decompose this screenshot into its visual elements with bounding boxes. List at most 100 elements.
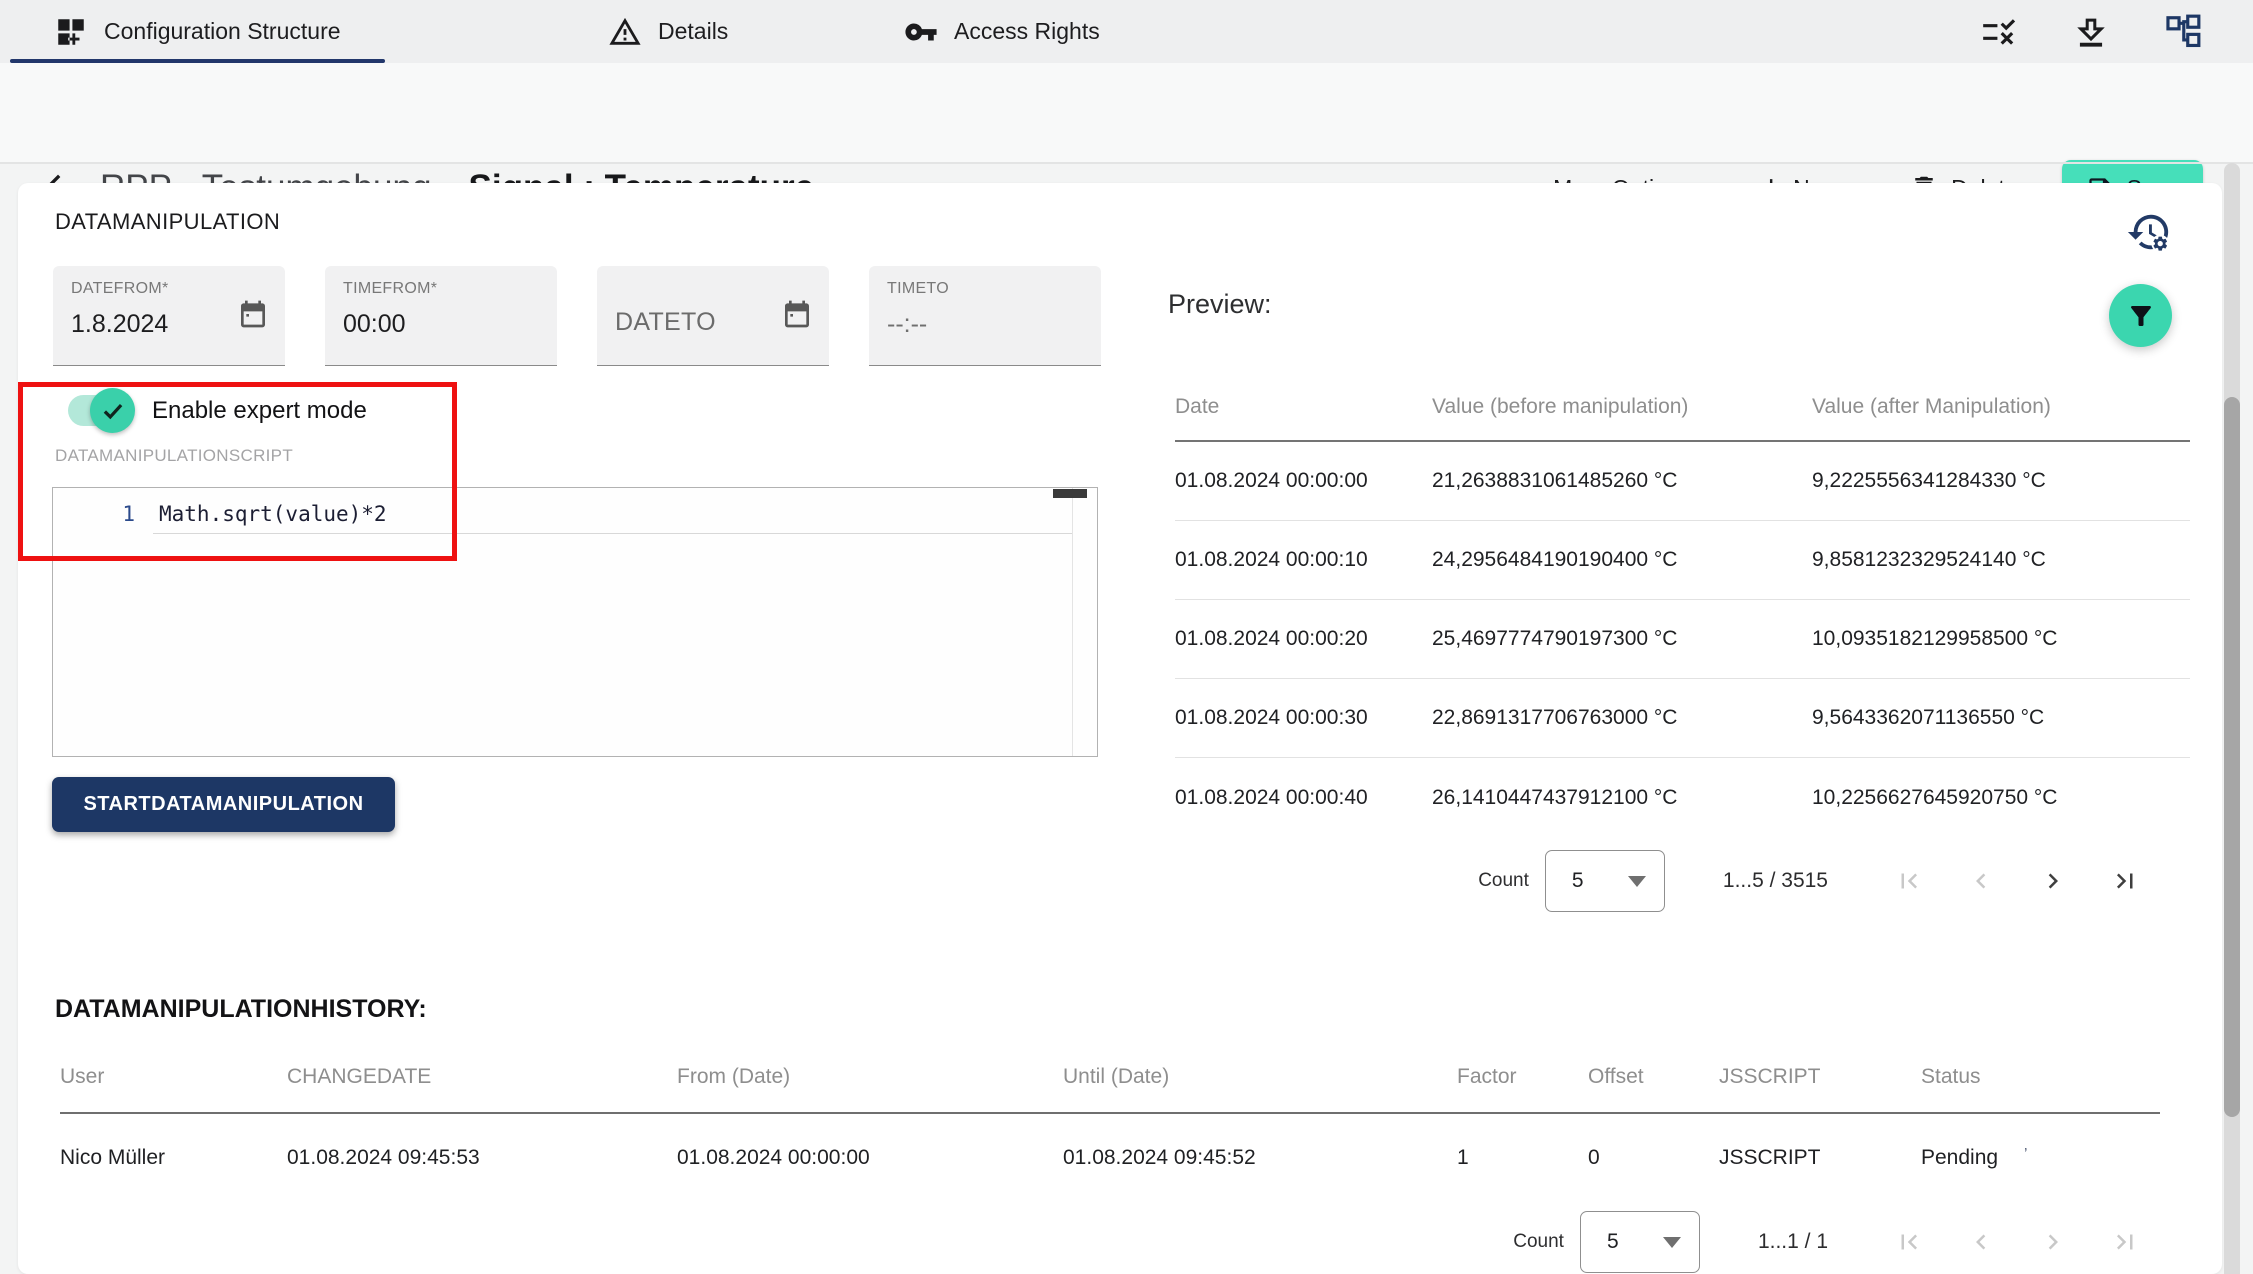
cell-date: 01.08.2024 00:00:00: [1175, 469, 1432, 493]
calendar-icon[interactable]: [781, 298, 813, 330]
cell-date: 01.08.2024 00:00:30: [1175, 706, 1432, 730]
download-icon[interactable]: [2072, 13, 2110, 51]
editor-scrollbar-thumb[interactable]: [1053, 489, 1087, 498]
col-header-factor: Factor: [1457, 1065, 1588, 1089]
tab-label: Access Rights: [954, 18, 1100, 45]
cell-factor: 1: [1457, 1146, 1588, 1170]
cell-until-date: 01.08.2024 09:45:52: [1063, 1146, 1457, 1170]
tab-label: Details: [658, 18, 728, 45]
col-header-date: Date: [1175, 395, 1432, 419]
first-page-icon[interactable]: [1894, 866, 1924, 896]
start-datamanipulation-button[interactable]: STARTDATAMANIPULATION: [52, 777, 395, 832]
pagination-range: 1...5 / 3515: [1723, 869, 1828, 893]
history-pagination: Count 5 1...1 / 1: [1513, 1211, 2140, 1273]
table-row: 01.08.2024 00:00:10 24,2956484190190400 …: [1175, 521, 2190, 600]
timefrom-value: 00:00: [343, 310, 539, 339]
page-scrollbar-thumb[interactable]: [2224, 397, 2240, 1117]
status-badge: Pending: [1921, 1146, 1998, 1169]
cell-value-after: 9,8581232329524140 °C: [1812, 548, 2190, 572]
dropdown-caret-icon: [1663, 1237, 1681, 1248]
timeto-field[interactable]: TIMETO --:--: [869, 266, 1101, 366]
timeto-value: --:--: [887, 310, 1083, 339]
history-table: User CHANGEDATE From (Date) Until (Date)…: [60, 1041, 2160, 1201]
col-header-changedate: CHANGEDATE: [287, 1065, 677, 1089]
dashboard-customize-icon: [54, 15, 88, 49]
header-divider: [0, 162, 2253, 164]
content-card: DATAMANIPULATION DATEFROM* 1.8.2024 TIME…: [18, 183, 2222, 1274]
switch-thumb: [90, 388, 135, 433]
pagination-controls: [1894, 866, 2140, 896]
col-header-value-after: Value (after Manipulation): [1812, 395, 2190, 419]
col-header-until-date: Until (Date): [1063, 1065, 1457, 1089]
history-section-title: DATAMANIPULATIONHISTORY:: [55, 995, 427, 1024]
cell-date: 01.08.2024 00:00:10: [1175, 548, 1432, 572]
calendar-icon[interactable]: [237, 298, 269, 330]
cell-value-after: 9,5643362071136550 °C: [1812, 706, 2190, 730]
dateto-field[interactable]: DATETO: [597, 266, 829, 366]
dateto-label: DATETO: [615, 308, 716, 337]
table-row: 01.08.2024 00:00:30 22,8691317706763000 …: [1175, 679, 2190, 758]
cell-value-after: 9,2225556341284330 °C: [1812, 469, 2190, 493]
pagination-range: 1...1 / 1: [1758, 1230, 1828, 1254]
table-row: 01.08.2024 00:00:00 21,2638831061485260 …: [1175, 442, 2190, 521]
col-header-from-date: From (Date): [677, 1065, 1063, 1089]
check-icon: [100, 398, 126, 424]
filter-fab-button[interactable]: [2109, 284, 2172, 347]
next-page-icon[interactable]: [2038, 1227, 2068, 1257]
tab-configuration-structure[interactable]: Configuration Structure: [10, 0, 385, 63]
expert-mode-switch[interactable]: [68, 395, 130, 426]
cell-value-before: 25,4697774790197300 °C: [1432, 627, 1812, 651]
last-page-icon[interactable]: [2110, 1227, 2140, 1257]
timeto-label: TIMETO: [887, 280, 1083, 298]
col-header-user: User: [60, 1065, 287, 1089]
line-number: 1: [53, 502, 135, 526]
cell-value-before: 21,2638831061485260 °C: [1432, 469, 1812, 493]
cell-changedate: 01.08.2024 09:45:53: [287, 1146, 677, 1170]
tab-details[interactable]: Details: [560, 0, 810, 63]
schema-tree-icon[interactable]: [2164, 13, 2202, 51]
col-header-value-before: Value (before manipulation): [1432, 395, 1812, 419]
cell-date: 01.08.2024 00:00:40: [1175, 786, 1432, 810]
status-spinner-dot: ʼ: [2024, 1146, 2027, 1163]
cell-value-before: 24,2956484190190400 °C: [1432, 548, 1812, 572]
cell-date: 01.08.2024 00:00:20: [1175, 627, 1432, 651]
count-dropdown[interactable]: 5: [1580, 1211, 1700, 1273]
previous-page-icon[interactable]: [1966, 1227, 1996, 1257]
history-table-header: User CHANGEDATE From (Date) Until (Date)…: [60, 1041, 2160, 1114]
script-field-label: DATAMANIPULATIONSCRIPT: [55, 446, 293, 466]
first-page-icon[interactable]: [1894, 1227, 1924, 1257]
rule-icon[interactable]: [1980, 13, 2018, 51]
cell-jsscript: JSSCRIPT: [1719, 1146, 1921, 1170]
col-header-jsscript: JSSCRIPT: [1719, 1065, 1921, 1089]
datefrom-label: DATEFROM*: [71, 280, 267, 298]
last-page-icon[interactable]: [2110, 866, 2140, 896]
col-header-offset: Offset: [1588, 1065, 1719, 1089]
script-code-editor[interactable]: 1 Math.sqrt(value)*2: [52, 487, 1098, 757]
key-icon: [904, 15, 938, 49]
topbar-icon-group: [1980, 13, 2202, 51]
warning-icon: [608, 15, 642, 49]
code-line: 1 Math.sqrt(value)*2: [53, 496, 1097, 532]
tab-label: Configuration Structure: [104, 18, 341, 45]
app-screen: Configuration Structure Details Access R…: [0, 0, 2253, 1274]
code-text: Math.sqrt(value)*2: [159, 502, 387, 526]
count-dropdown[interactable]: 5: [1545, 850, 1665, 912]
date-time-fields: DATEFROM* 1.8.2024 TIMEFROM* 00:00 DATET…: [53, 266, 1101, 366]
count-label: Count: [1513, 1231, 1564, 1253]
timefrom-field[interactable]: TIMEFROM* 00:00: [325, 266, 557, 366]
expert-mode-label: Enable expert mode: [152, 397, 367, 425]
tab-access-rights[interactable]: Access Rights: [860, 0, 1150, 63]
refresh-settings-icon[interactable]: [2126, 209, 2172, 255]
previous-page-icon[interactable]: [1966, 866, 1996, 896]
timefrom-label: TIMEFROM*: [343, 280, 539, 298]
table-row: Nico Müller 01.08.2024 09:45:53 01.08.20…: [60, 1114, 2160, 1201]
datefrom-field[interactable]: DATEFROM* 1.8.2024: [53, 266, 285, 366]
page-scrollbar-track: [2224, 163, 2240, 1274]
next-page-icon[interactable]: [2038, 866, 2068, 896]
filter-funnel-icon: [2126, 301, 2156, 331]
table-row: 01.08.2024 00:00:20 25,4697774790197300 …: [1175, 600, 2190, 679]
active-line-underline: [153, 533, 1073, 534]
cell-status: Pending ʼ: [1921, 1146, 2160, 1170]
expert-mode-toggle-row[interactable]: Enable expert mode: [68, 395, 367, 426]
top-tab-bar: Configuration Structure Details Access R…: [0, 0, 2253, 63]
